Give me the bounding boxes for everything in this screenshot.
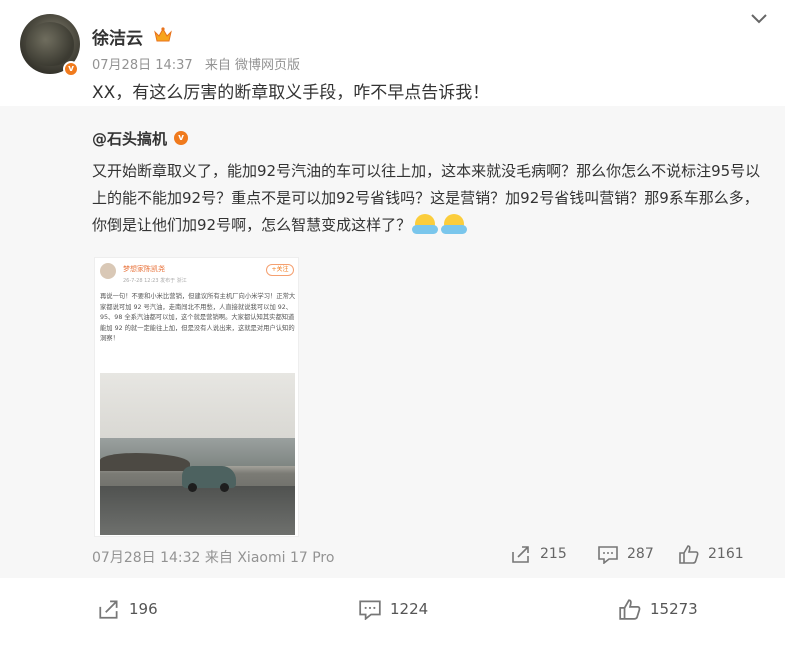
post-date[interactable]: 07月28日 14:37 [92,58,193,73]
share-button[interactable]: 196 [97,598,158,620]
comment-icon [598,546,618,564]
repost-comment-button[interactable]: 287 [597,544,654,564]
repost-source: 来自 Xiaomi 17 Pro [204,550,335,566]
like-count: 15273 [650,600,698,618]
screenshot-meta: 26-7-28 12:23 发布于 浙江 [123,278,187,284]
chevron-down-icon[interactable] [748,10,770,28]
doge-emoji-icon [440,214,467,234]
repost-comment-count: 287 [627,546,654,562]
weibo-post-card: v 徐洁云 07月28日 14:37 来自 微博网页版 XX，有这么厉害的断章取… [0,0,785,647]
car-photo [100,373,295,535]
repost-footer: 07月28日 14:32 来自 Xiaomi 17 Pro [92,547,334,567]
comment-icon [359,600,381,620]
thumbs-up-icon [619,599,641,620]
screenshot-author: 梦想家陈凯尧 [123,265,165,273]
share-icon [99,600,118,619]
screenshot-avatar [100,263,116,279]
repost-share-button[interactable]: 215 [510,544,567,564]
post-meta: 07月28日 14:37 来自 微博网页版 [92,54,308,73]
verified-badge-icon: v [63,61,79,77]
comment-count: 1224 [390,600,429,618]
repost-like-count: 2161 [708,546,744,562]
doge-emoji-icon [412,214,439,234]
repost-author[interactable]: @石头搞机 [92,128,167,149]
repost-share-count: 215 [540,546,567,562]
like-button[interactable]: 15273 [618,598,698,620]
screenshot-follow-button: +关注 [266,264,294,276]
post-source: 来自 微博网页版 [204,58,300,73]
post-text: XX，有这么厉害的断章取义手段，咋不早点告诉我！ [92,83,490,103]
comment-button[interactable]: 1224 [358,598,428,620]
repost-text: 又开始断章取义了，能加92号汽油的车可以往上加，这本来就没毛病啊？那么你怎么不说… [92,158,762,239]
repost-like-button[interactable]: 2161 [678,544,744,564]
car-image [182,466,236,492]
screenshot-text: 再说一句！不要和小米比营销，但建议所有主机厂向小米学习！正常大家都说可加 92 … [100,293,296,342]
thumbs-up-icon [679,545,699,564]
repost-image[interactable]: 梦想家陈凯尧 26-7-28 12:23 发布于 浙江 +关注 再说一句！不要和… [94,257,299,537]
share-count: 196 [129,600,158,618]
repost-date[interactable]: 07月28日 14:32 [92,550,200,566]
author-name[interactable]: 徐洁云 [92,24,143,49]
share-icon [512,546,529,563]
crown-icon [154,27,172,42]
repost-verified-icon: v [174,131,188,145]
